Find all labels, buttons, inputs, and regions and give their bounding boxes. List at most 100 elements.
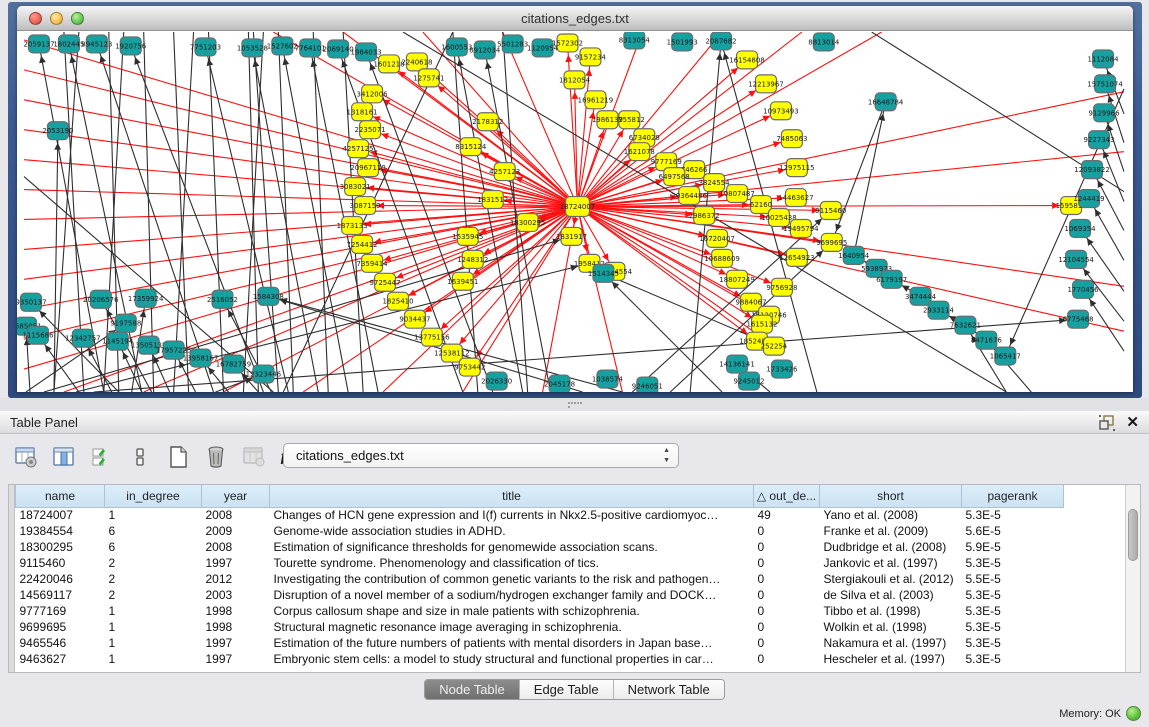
column-header-year[interactable]: year — [202, 485, 270, 507]
table-row[interactable]: 946554611997Estimation of the future num… — [16, 635, 1064, 651]
graph-node[interactable]: 14136141 — [719, 355, 754, 373]
graph-node[interactable]: 16154808 — [729, 51, 764, 69]
graph-node[interactable]: 1318161 — [347, 103, 378, 121]
graph-node[interactable]: 1733426 — [766, 360, 797, 378]
graph-node[interactable]: 252254 — [761, 337, 788, 355]
column-check-button[interactable] — [86, 441, 118, 473]
show-columns-button[interactable] — [48, 441, 80, 473]
node-table-grid[interactable]: namein_degreeyeartitle△ out_de...shortpa… — [15, 485, 1064, 667]
column-header-out-de-[interactable]: △ out_de... — [754, 485, 820, 507]
column-header-short[interactable]: short — [820, 485, 962, 507]
table-row[interactable]: 946362711997Embryonic stem cells: a mode… — [16, 651, 1064, 667]
tab-edge-table[interactable]: Edge Table — [520, 680, 614, 699]
graph-node[interactable]: 1112084 — [1088, 50, 1120, 68]
graph-node[interactable]: 14463627 — [778, 189, 813, 207]
column-header-in-degree[interactable]: in_degree — [105, 485, 202, 507]
window-titlebar[interactable]: citations_edges.txt — [17, 6, 1133, 31]
graph-node[interactable]: 8813014 — [808, 33, 840, 51]
graph-node[interactable]: 1501993 — [667, 33, 698, 51]
graph-node[interactable]: 1248312 — [457, 250, 488, 268]
table-row[interactable]: 911546021997Tourette syndrome. Phenomeno… — [16, 555, 1064, 571]
new-table-button[interactable] — [162, 441, 194, 473]
close-panel-icon[interactable]: ✕ — [1126, 413, 1139, 431]
graph-node[interactable]: 3083021 — [340, 178, 371, 196]
graph-node[interactable]: 10688609 — [704, 249, 739, 267]
graph-node[interactable]: 1812054 — [559, 71, 591, 89]
graph-node[interactable]: 8912034 — [469, 41, 501, 59]
graph-node[interactable]: 7751203 — [190, 38, 221, 56]
graph-node[interactable]: 15751074 — [1087, 75, 1123, 93]
graph-node[interactable]: 1986139 — [592, 111, 623, 129]
graph-node[interactable]: 12104554 — [1058, 250, 1094, 268]
graph-node[interactable]: 1527602 — [267, 37, 298, 55]
graph-node[interactable]: 16648784 — [868, 93, 904, 111]
table-settings-button[interactable] — [10, 441, 42, 473]
table-scrollbar[interactable] — [1125, 485, 1140, 672]
column-header-pagerank[interactable]: pagerank — [962, 485, 1064, 507]
graph-node[interactable]: 16961219 — [578, 91, 613, 109]
panel-divider[interactable] — [0, 398, 1149, 411]
divider-grip-icon[interactable] — [568, 402, 582, 408]
graph-node[interactable]: 2240618 — [401, 53, 432, 71]
table-row[interactable]: 1456911722003Disruption of a novel membe… — [16, 587, 1064, 603]
graph-node[interactable]: 8945123 — [81, 35, 112, 53]
graph-node[interactable]: 1639451 — [447, 272, 478, 290]
table-row[interactable]: 1830029562008Estimation of significance … — [16, 539, 1064, 555]
graph-node[interactable]: 20967119 — [350, 159, 385, 177]
network-canvas[interactable]: 1872400797558126734028162107897771697462… — [17, 32, 1133, 392]
graph-node[interactable]: 2087682 — [706, 32, 737, 50]
graph-node[interactable]: 9699695 — [816, 233, 847, 251]
graph-node[interactable]: 1984033 — [351, 43, 382, 61]
graph-node[interactable]: 9157234 — [575, 48, 607, 66]
table-scrollbar-thumb[interactable] — [1128, 509, 1138, 561]
svg-text:1812054: 1812054 — [559, 76, 591, 84]
network-graph[interactable]: 1872400797558126734028162107897771697462… — [17, 32, 1133, 392]
graph-node[interactable]: 4257123 — [489, 163, 520, 181]
table-row[interactable]: 969969511998Structural magnetic resonanc… — [16, 619, 1064, 635]
graph-node[interactable]: 6775468 — [1063, 310, 1094, 328]
graph-node[interactable]: 2516052 — [207, 290, 238, 308]
table-select-dropdown[interactable]: citations_edges.txt ▲▼ — [283, 443, 679, 468]
table-row[interactable]: 2242004622012Investigating the contribut… — [16, 571, 1064, 587]
graph-node[interactable]: 9227343 — [1084, 131, 1115, 149]
graph-node[interactable]: 1920756 — [115, 37, 146, 55]
tab-network-table[interactable]: Network Table — [614, 680, 724, 699]
graph-node[interactable]: 2235071 — [355, 121, 386, 139]
graph-node[interactable]: 1873133 — [337, 216, 368, 234]
graph-node[interactable]: 12975115 — [779, 159, 814, 177]
graph-node[interactable]: 1069354 — [1065, 219, 1097, 237]
graph-node[interactable]: 9034437 — [399, 310, 430, 328]
table-row[interactable]: 1938455462009Genome-wide association stu… — [16, 523, 1064, 539]
graph-node[interactable]: 1275741 — [413, 69, 444, 87]
graph-node[interactable]: 9350137 — [17, 293, 47, 311]
graph-node[interactable]: 2069140 — [323, 40, 354, 58]
column-header-title[interactable]: title — [270, 485, 754, 507]
table-row[interactable]: 1872400712008Changes of HCN gene express… — [16, 507, 1064, 523]
graph-node[interactable]: 9756928 — [766, 278, 797, 296]
graph-node[interactable]: 8471676 — [971, 331, 1002, 349]
delete-table-button[interactable] — [200, 441, 232, 473]
graph-node[interactable]: 7485063 — [776, 130, 807, 148]
graph-node[interactable]: 7254412 — [347, 235, 378, 253]
float-panel-icon[interactable] — [1098, 414, 1115, 431]
table-cell: 1997 — [202, 555, 270, 571]
row-height-button[interactable] — [124, 441, 156, 473]
table-tabs: Node Table Edge Table Network Table — [0, 679, 1149, 703]
graph-node[interactable]: 7764101 — [295, 39, 326, 57]
import-table-button[interactable] — [238, 441, 270, 473]
graph-node[interactable]: 17359924 — [128, 289, 164, 307]
tab-node-table[interactable]: Node Table — [425, 680, 520, 699]
table-row[interactable]: 977716911998Corpus callosum shape and si… — [16, 603, 1064, 619]
graph-node[interactable]: 9129966 — [1089, 104, 1120, 122]
svg-text:1601218: 1601218 — [373, 60, 404, 68]
column-header-name[interactable]: name — [16, 485, 105, 507]
graph-node[interactable]: 1600553 — [441, 38, 472, 56]
graph-node[interactable]: 5501283 — [497, 35, 528, 53]
graph-node[interactable]: 9246051 — [632, 377, 663, 392]
graph-node[interactable]: 2059137 — [23, 35, 54, 53]
graph-node[interactable]: 1584308 — [253, 287, 284, 305]
graph-node[interactable]: 8313054 — [619, 32, 651, 49]
table-cell: Disruption of a novel member of a sodium… — [270, 587, 754, 603]
graph-node[interactable]: 12213967 — [748, 75, 783, 93]
graph-node[interactable]: 9245012 — [733, 372, 764, 390]
